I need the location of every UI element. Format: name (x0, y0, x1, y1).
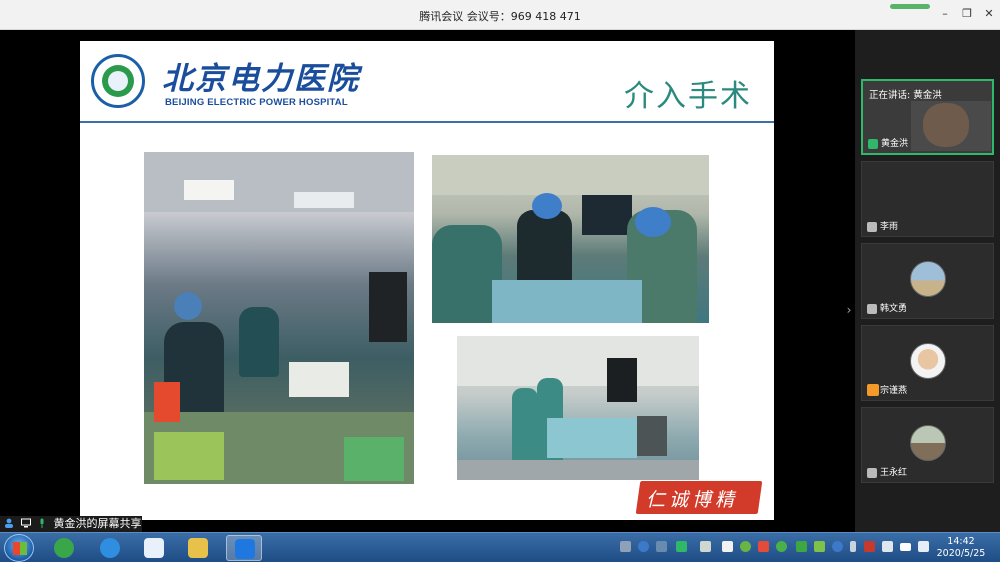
taskbar-clock[interactable]: 14:42 2020/5/25 (928, 536, 994, 560)
participant-tile[interactable]: 正在讲话: 黄金洪 黄金洪 (861, 79, 994, 155)
taskbar-app-ie[interactable] (92, 535, 128, 561)
mic-active-icon (40, 518, 44, 528)
windows-logo-icon (13, 542, 27, 555)
screen-share-label: 黄金洪的屏幕共享 (0, 516, 142, 532)
tray-icon[interactable] (656, 541, 667, 552)
tray-icon[interactable] (864, 541, 875, 552)
tray-icon[interactable] (758, 541, 769, 552)
hospital-name-cn: 北京电力医院 (162, 61, 360, 97)
participant-tile[interactable]: 李雨 (861, 161, 994, 237)
active-speaker-label: 正在讲话: 黄金洪 (869, 90, 942, 101)
screen: 腾讯会议 会议号：969 418 471 – ❐ ✕ 北京电力医院 BEIJIN… (0, 0, 1000, 562)
clock-date: 2020/5/25 (936, 548, 986, 559)
tray-icon[interactable] (814, 541, 825, 552)
avatar (910, 343, 946, 379)
participants-panel: 正在讲话: 黄金洪 黄金洪 李雨 韩文勇 宗谨燕 王永红 (855, 30, 1000, 532)
shared-screen-area: 北京电力医院 BEIJING ELECTRIC POWER HOSPITAL 介… (0, 30, 855, 532)
mic-muted-icon (867, 468, 877, 478)
participant-name: 王永红 (880, 468, 908, 478)
app-360-icon (54, 538, 74, 558)
slide-divider (80, 121, 774, 123)
participant-name: 黄金洪 (881, 139, 909, 149)
clock-time: 14:42 (947, 536, 975, 547)
avatar (910, 425, 946, 461)
surgery-photo-1 (144, 152, 414, 484)
surgery-photo-2 (432, 155, 709, 323)
tray-icon[interactable] (722, 541, 733, 552)
window-title: 腾讯会议 会议号：969 418 471 (419, 10, 581, 23)
minimize-button[interactable]: – (938, 7, 952, 21)
participant-face (923, 103, 969, 147)
screen-share-owner: 黄金洪的屏幕共享 (53, 517, 142, 530)
motto-stamp-text: 仁诚博精 (646, 489, 739, 511)
host-icon (867, 384, 879, 396)
collapse-panel-button[interactable]: › (843, 298, 855, 322)
tencent-meeting-icon (235, 539, 255, 559)
window-titlebar: 腾讯会议 会议号：969 418 471 – ❐ ✕ (0, 0, 1000, 30)
network-status-indicator (890, 4, 930, 9)
surgery-photo-3 (457, 336, 699, 480)
tray-icon[interactable] (620, 541, 631, 552)
presentation-slide: 北京电力医院 BEIJING ELECTRIC POWER HOSPITAL 介… (80, 41, 774, 520)
bluetooth-icon[interactable] (850, 541, 856, 552)
wifi-icon[interactable] (676, 541, 687, 552)
tray-icon[interactable] (882, 541, 893, 552)
screen-share-icon (20, 518, 31, 528)
slide-heading: 介入手术 (624, 79, 752, 114)
participant-tile[interactable]: 王永红 (861, 407, 994, 483)
tray-icon[interactable] (740, 541, 751, 552)
taskbar-app-explorer[interactable] (180, 535, 216, 561)
internet-explorer-icon (100, 538, 120, 558)
taskbar-app-360[interactable] (46, 535, 82, 561)
participant-name: 宗谨燕 (880, 386, 908, 396)
restore-button[interactable]: ❐ (960, 7, 974, 21)
mic-active-icon (868, 139, 878, 149)
help-icon[interactable] (638, 541, 649, 552)
signal-icon[interactable] (900, 543, 911, 551)
nvidia-icon[interactable] (796, 541, 807, 552)
hospital-logo-icon (91, 54, 145, 108)
participant-name: 李雨 (880, 222, 899, 232)
file-explorer-icon (188, 538, 208, 558)
close-button[interactable]: ✕ (982, 7, 996, 21)
taskbar-app-baidu[interactable] (136, 535, 172, 561)
user-icon (5, 518, 13, 528)
battery-icon[interactable] (700, 541, 711, 552)
taskbar-app-tencent-meeting[interactable] (226, 535, 262, 561)
windows-taskbar: 14:42 2020/5/25 (0, 532, 1000, 562)
mic-muted-icon (867, 304, 877, 314)
tray-icon[interactable] (832, 541, 843, 552)
tray-icon[interactable] (776, 541, 787, 552)
participant-tile[interactable]: 宗谨燕 (861, 325, 994, 401)
baidu-netdisk-icon (144, 538, 164, 558)
mic-muted-icon (867, 222, 877, 232)
participant-name: 韩文勇 (880, 304, 908, 314)
participant-tile[interactable]: 韩文勇 (861, 243, 994, 319)
start-button[interactable] (4, 534, 34, 562)
avatar (910, 261, 946, 297)
hospital-name-en: BEIJING ELECTRIC POWER HOSPITAL (165, 97, 348, 108)
